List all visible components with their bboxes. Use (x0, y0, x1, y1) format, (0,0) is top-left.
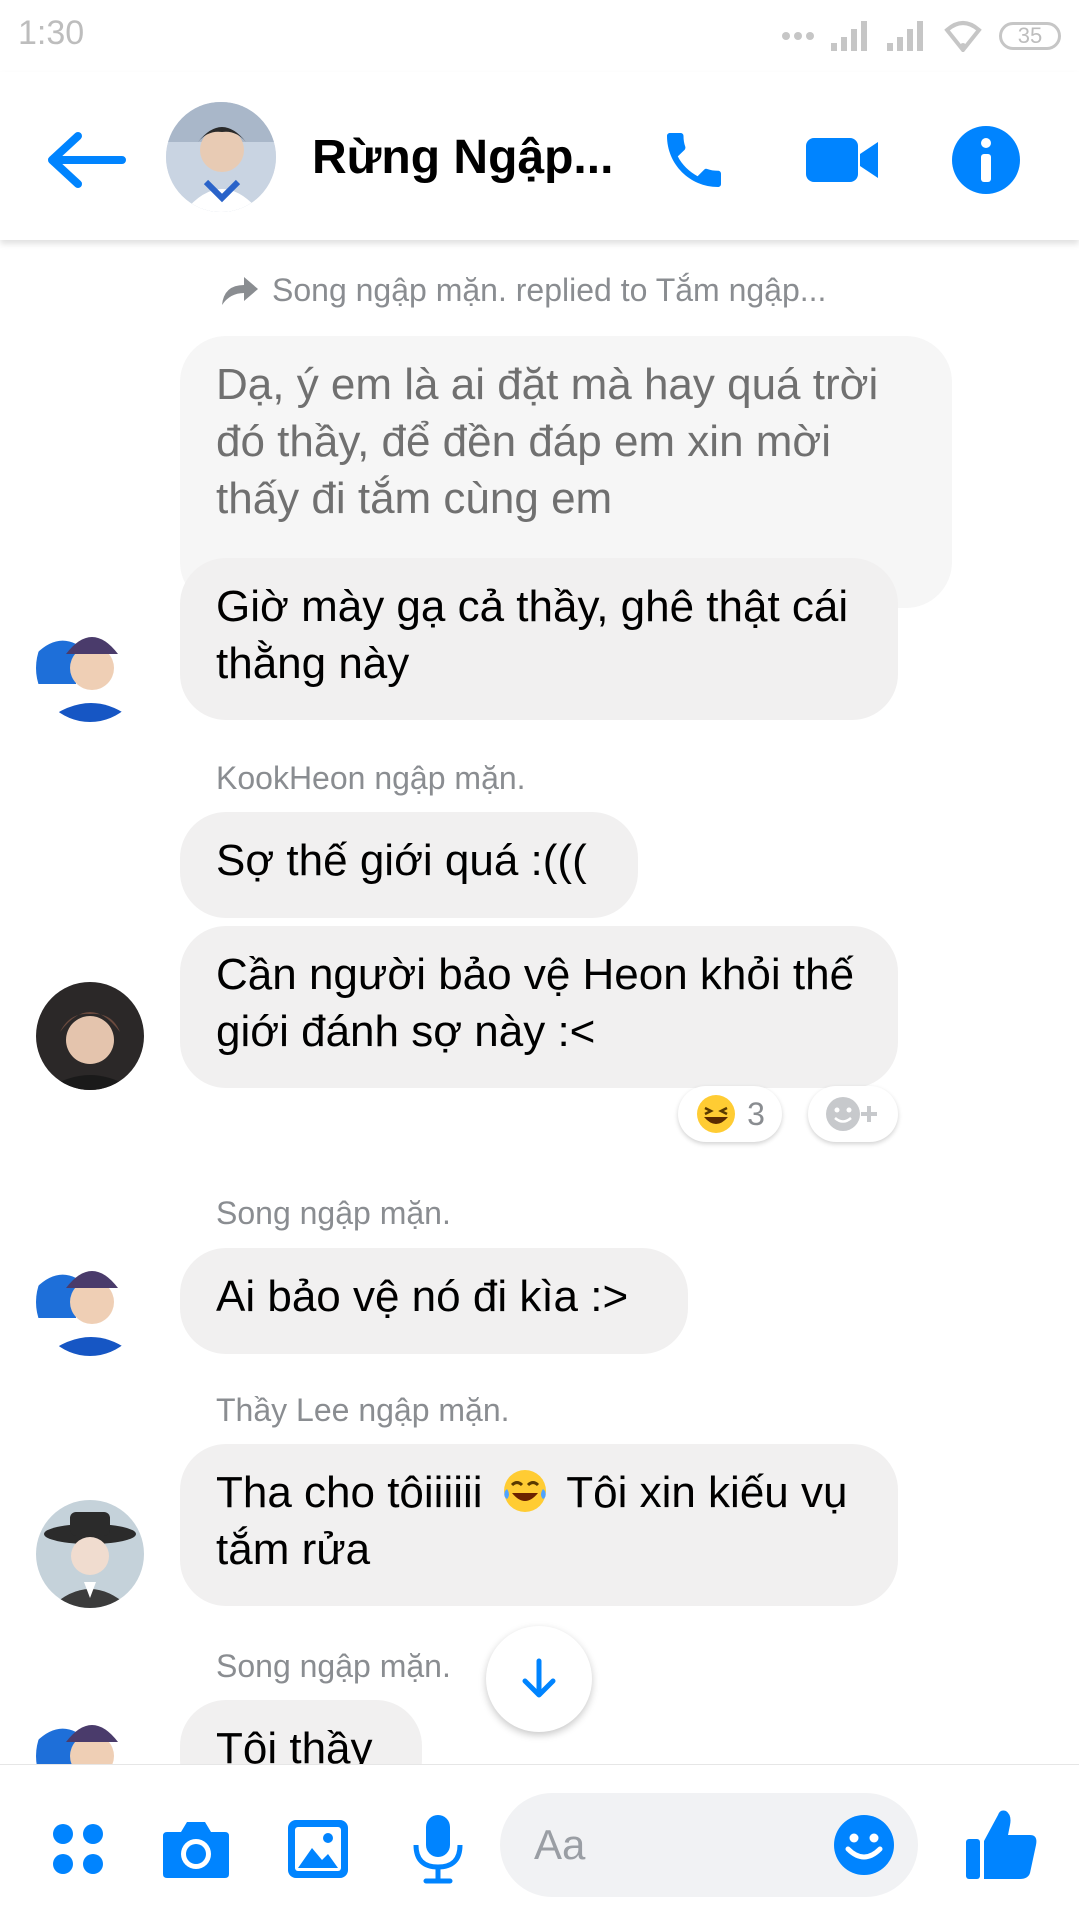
back-button[interactable] (44, 130, 128, 190)
avatar-kookheon-photo (36, 982, 144, 1090)
avatar-kookheon[interactable] (36, 982, 144, 1090)
avatar-song[interactable] (36, 1248, 144, 1356)
sender-name: Song ngập mặn. (216, 1195, 451, 1231)
info-icon (952, 126, 1020, 194)
gallery-icon (288, 1820, 348, 1878)
message-text: Tha cho tôiiiiii (216, 1468, 483, 1517)
message-text: Ai bảo vệ nó đi kìa :> (216, 1272, 629, 1321)
message-input-placeholder: Aa (534, 1821, 586, 1868)
avatar-lee[interactable] (36, 1500, 144, 1608)
status-icons: 35 (781, 18, 1061, 54)
back-arrow-icon (48, 132, 126, 188)
message-bubble[interactable]: Cần người bảo vệ Heon khỏi thế giới đánh… (180, 926, 898, 1088)
message-bubble[interactable]: Sợ thế giới quá :((( (180, 812, 638, 918)
reaction-count: 3 (747, 1095, 765, 1132)
phone-icon (667, 133, 721, 187)
conversation-header: Rừng Ngập... (0, 72, 1079, 240)
reply-note: Song ngập mặn. replied to Tắm ngập... (220, 272, 826, 309)
thumbs-up-icon (966, 1810, 1037, 1879)
gallery-button[interactable] (282, 1813, 354, 1885)
message-input[interactable]: Aa (500, 1793, 918, 1897)
quoted-message-text: Dạ, ý em là ai đặt mà hay quá trời đó th… (216, 360, 879, 523)
sender-name: KookHeon ngập mặn. (216, 760, 526, 796)
reply-message[interactable]: Giờ mày gạ cả thầy, ghê thật cái thằng n… (180, 558, 898, 720)
conversation-title[interactable]: Rừng Ngập... (312, 130, 613, 185)
like-button[interactable] (962, 1805, 1042, 1885)
sender-name: Song ngập mặn. (216, 1648, 451, 1684)
status-time: 1:30 (18, 14, 85, 52)
battery-indicator: 35 (999, 22, 1061, 50)
voice-button[interactable] (402, 1813, 474, 1885)
microphone-icon (413, 1815, 463, 1884)
video-camera-icon (806, 138, 878, 182)
wifi-icon (944, 21, 982, 52)
camera-button[interactable] (160, 1813, 232, 1885)
add-reaction-icon (826, 1097, 877, 1131)
apps-icon (53, 1824, 103, 1874)
group-avatar-photo (166, 102, 276, 212)
forward-reply-icon (222, 276, 258, 305)
avatar-song[interactable] (36, 614, 144, 722)
scroll-to-bottom-button[interactable] (486, 1626, 592, 1732)
grin-emoji-icon (697, 1095, 736, 1133)
avatar-lee-photo (36, 1500, 144, 1608)
message-text: Sợ thế giới quá :((( (216, 836, 587, 885)
group-avatar[interactable] (166, 102, 276, 212)
signal-dots-icon (782, 32, 814, 40)
video-call-button[interactable] (804, 124, 878, 196)
emoji-button[interactable] (832, 1813, 896, 1877)
reaction-badge[interactable]: 3 (678, 1086, 782, 1142)
apps-button[interactable] (42, 1813, 114, 1885)
call-button[interactable] (658, 124, 730, 196)
composer-bar: Aa (0, 1764, 1079, 1921)
camera-icon (163, 1822, 229, 1878)
message-bubble[interactable]: Tha cho tôiiiiii Tôi xin kiếu vụ tắm rửa (180, 1444, 898, 1606)
laughing-tears-emoji-icon (503, 1470, 546, 1512)
reply-message-text: Giờ mày gạ cả thầy, ghê thật cái thằng n… (216, 582, 849, 688)
message-text: Cần người bảo vệ Heon khỏi thế giới đánh… (216, 950, 855, 1056)
down-arrow-icon (522, 1658, 556, 1698)
avatar-song-photo (36, 1248, 144, 1356)
sender-name: Thầy Lee ngập mặn. (216, 1392, 510, 1428)
signal-icon-2 (887, 21, 923, 51)
avatar-song-photo (36, 614, 144, 722)
add-reaction-button[interactable] (808, 1086, 898, 1142)
reply-note-text: Song ngập mặn. replied to Tắm ngập... (272, 272, 827, 308)
signal-icon (831, 21, 867, 51)
message-bubble[interactable]: Ai bảo vệ nó đi kìa :> (180, 1248, 688, 1354)
info-button[interactable] (950, 124, 1022, 196)
emoji-icon (834, 1815, 894, 1875)
